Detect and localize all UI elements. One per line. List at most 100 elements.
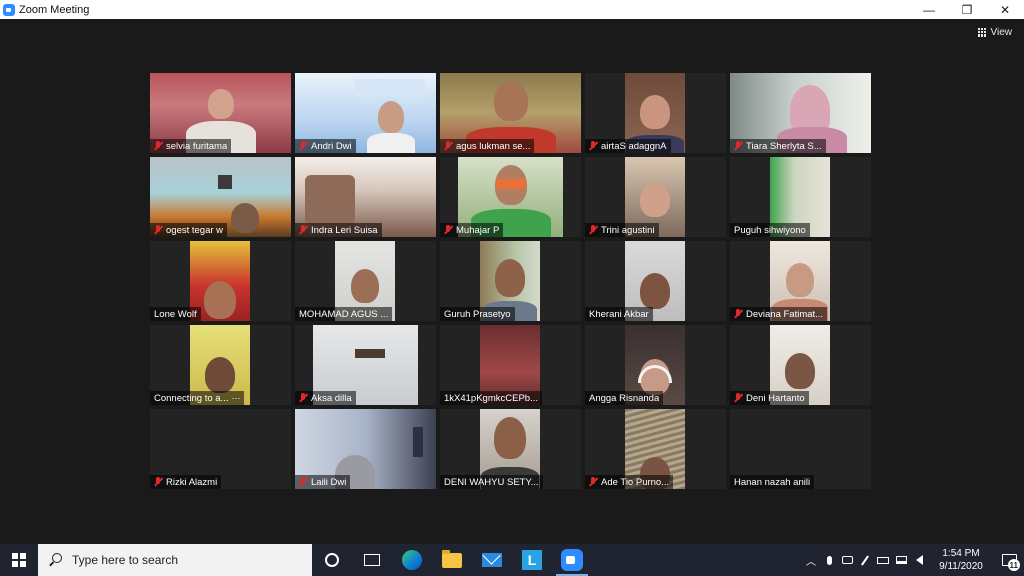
participant-tile[interactable]: Rizki Alazmi	[150, 409, 291, 489]
participant-tile[interactable]: Muhajar P	[440, 157, 581, 237]
participant-nameplate: airtaS adaggnA	[585, 139, 671, 153]
battery-icon[interactable]	[874, 544, 892, 576]
pen-icon[interactable]	[856, 544, 874, 576]
participant-nameplate: MOHAMAD AGUS ...	[295, 307, 393, 321]
participant-tile[interactable]: Deviana Fatimat...	[730, 241, 871, 321]
participant-nameplate: Angga Risnanda	[585, 391, 664, 405]
participant-name: Muhajar P	[456, 224, 500, 236]
participant-name: Aksa dilla	[311, 392, 352, 404]
participant-name: selvia furitama	[166, 140, 228, 152]
participant-tile[interactable]: Trini agustini	[585, 157, 726, 237]
taskbar-clock[interactable]: 1:54 PM 9/11/2020	[928, 544, 994, 576]
participant-nameplate: DENI WAHYU SETY...	[440, 475, 543, 489]
mic-muted-icon	[153, 225, 163, 235]
participant-nameplate: Rizki Alazmi	[150, 475, 222, 489]
participant-tile[interactable]: Lone Wolf	[150, 241, 291, 321]
mic-muted-icon	[153, 141, 163, 151]
participant-name: Rizki Alazmi	[166, 476, 218, 488]
participant-name: Hanan nazah anili	[734, 476, 811, 488]
participant-tile[interactable]: agus lukman se...	[440, 73, 581, 153]
participant-nameplate: selvia furitama	[150, 139, 232, 153]
volume-icon[interactable]	[910, 544, 928, 576]
zoom-taskbar-app[interactable]	[552, 544, 592, 576]
network-icon[interactable]	[892, 544, 910, 576]
mic-muted-icon	[443, 225, 453, 235]
meeting-stage: View selvia furitama Andri Dwi agus lukm…	[0, 19, 1024, 544]
participant-nameplate: Deviana Fatimat...	[730, 307, 828, 321]
participant-name: Kherani Akbar	[589, 308, 649, 320]
show-hidden-icons-button[interactable]: ︿	[802, 544, 820, 576]
participant-name: Deviana Fatimat...	[746, 308, 824, 320]
participant-nameplate: Ade Tio Purno...	[585, 475, 674, 489]
participant-name: airtaS adaggnA	[601, 140, 667, 152]
participant-tile[interactable]: ogest tegar w	[150, 157, 291, 237]
title-bar: Zoom Meeting — ❐ ✕	[0, 0, 1024, 19]
participant-name: 1kX41pKgmkcCEPb...	[444, 392, 538, 404]
participant-nameplate: ogest tegar w	[150, 223, 228, 237]
mic-muted-icon	[443, 141, 453, 151]
minimize-button[interactable]: —	[910, 0, 948, 19]
participant-tile[interactable]: airtaS adaggnA	[585, 73, 726, 153]
mic-muted-icon	[733, 141, 743, 151]
participant-tile[interactable]: Indra Leri Suisa	[295, 157, 436, 237]
participant-name: Angga Risnanda	[589, 392, 660, 404]
participant-nameplate: Kherani Akbar	[585, 307, 653, 321]
grid-view-icon	[977, 27, 987, 37]
view-button[interactable]: View	[977, 24, 1012, 40]
folder-icon	[442, 549, 462, 568]
zoom-icon	[561, 549, 583, 571]
participant-nameplate: Puguh sihwiyono	[730, 223, 810, 237]
mail-app[interactable]	[472, 544, 512, 576]
edge-app[interactable]	[392, 544, 432, 576]
participant-tile[interactable]: Deni Hartanto	[730, 325, 871, 405]
mic-muted-icon	[153, 477, 163, 487]
participant-name: Lone Wolf	[154, 308, 197, 320]
participant-tile[interactable]: Guruh Prasetyo	[440, 241, 581, 321]
search-placeholder: Type here to search	[72, 553, 179, 567]
participant-tile[interactable]: Connecting to a... ⋯	[150, 325, 291, 405]
participant-tile[interactable]: Aksa dilla	[295, 325, 436, 405]
participant-name: Puguh sihwiyono	[734, 224, 806, 236]
mic-muted-icon	[298, 393, 308, 403]
mic-muted-icon	[298, 225, 308, 235]
cortana-button[interactable]	[312, 544, 352, 576]
participant-nameplate: Deni Hartanto	[730, 391, 809, 405]
start-button[interactable]	[0, 544, 38, 576]
participant-nameplate: agus lukman se...	[440, 139, 535, 153]
participant-tile[interactable]: Ade Tio Purno...	[585, 409, 726, 489]
close-button[interactable]: ✕	[986, 0, 1024, 19]
mic-muted-icon	[588, 477, 598, 487]
participant-nameplate: Guruh Prasetyo	[440, 307, 515, 321]
participant-tile[interactable]: Kherani Akbar	[585, 241, 726, 321]
zoom-app-icon	[3, 3, 15, 16]
task-view-button[interactable]	[352, 544, 392, 576]
participant-name: Andri Dwi	[311, 140, 352, 152]
mic-muted-icon	[298, 141, 308, 151]
participant-name: Ade Tio Purno...	[601, 476, 670, 488]
participant-tile[interactable]: Laili Dwi	[295, 409, 436, 489]
participant-name: Guruh Prasetyo	[444, 308, 511, 320]
action-center-button[interactable]: 11	[994, 544, 1024, 576]
mic-muted-icon	[588, 225, 598, 235]
participant-tile[interactable]: Puguh sihwiyono	[730, 157, 871, 237]
notification-badge: 11	[1007, 559, 1020, 571]
participant-tile[interactable]: selvia furitama	[150, 73, 291, 153]
participant-tile[interactable]: Tiara Sherlyta S...	[730, 73, 871, 153]
participant-tile[interactable]: Angga Risnanda	[585, 325, 726, 405]
l-app[interactable]: L	[512, 544, 552, 576]
participant-tile[interactable]: MOHAMAD AGUS ...	[295, 241, 436, 321]
taskbar-search-box[interactable]: Type here to search	[38, 544, 312, 576]
participant-nameplate: Muhajar P	[440, 223, 504, 237]
participant-tile[interactable]: Andri Dwi	[295, 73, 436, 153]
edge-icon	[402, 550, 422, 570]
participant-tile[interactable]: Hanan nazah anili	[730, 409, 871, 489]
restore-button[interactable]: ❐	[948, 0, 986, 19]
mic-muted-icon	[733, 309, 743, 319]
participant-tile[interactable]: 1kX41pKgmkcCEPb...	[440, 325, 581, 405]
search-icon	[48, 553, 62, 567]
webcam-icon[interactable]	[838, 544, 856, 576]
participant-name: Deni Hartanto	[746, 392, 805, 404]
file-explorer-app[interactable]	[432, 544, 472, 576]
microphone-icon[interactable]	[820, 544, 838, 576]
participant-tile[interactable]: DENI WAHYU SETY...	[440, 409, 581, 489]
